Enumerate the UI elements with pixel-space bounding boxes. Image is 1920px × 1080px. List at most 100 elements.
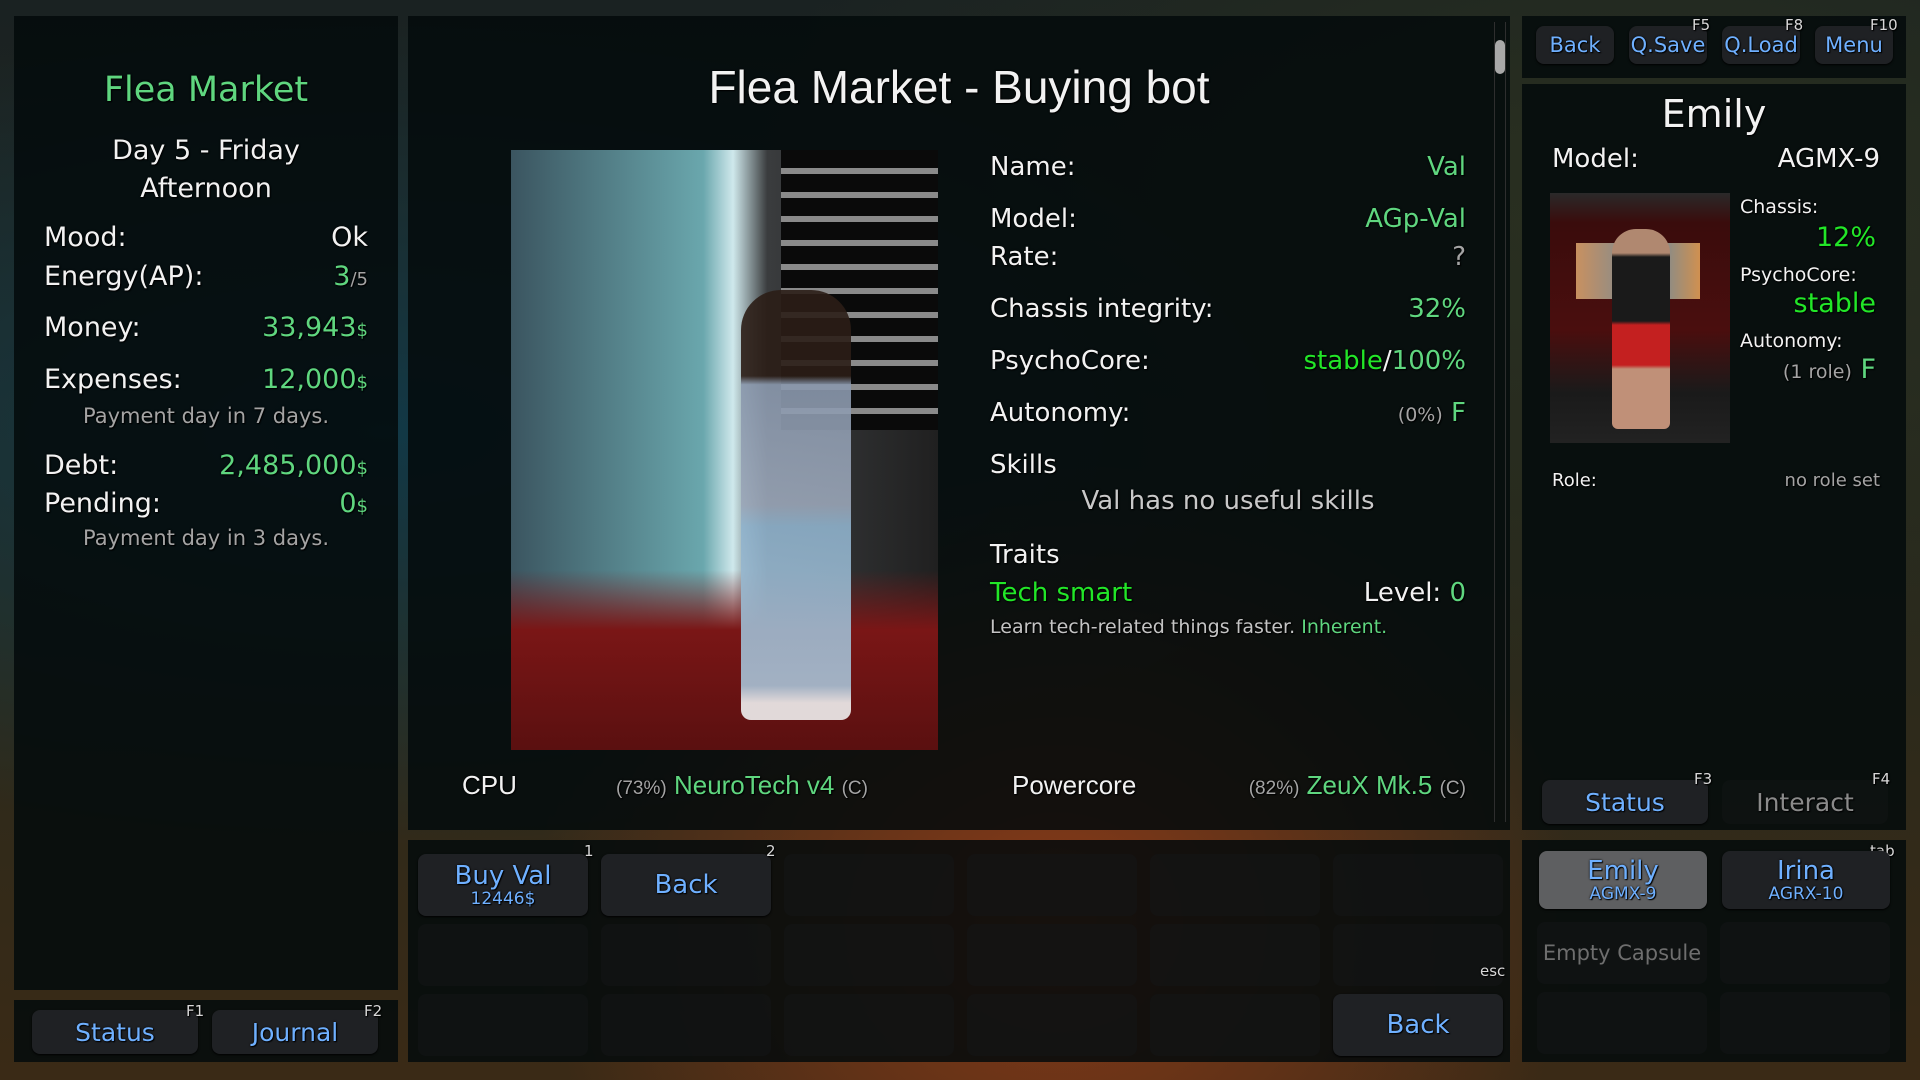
- trait-description-text: Learn tech-related things faster.: [990, 616, 1296, 638]
- time-of-day: Afternoon: [140, 173, 272, 204]
- top-back-button[interactable]: Back: [1536, 26, 1614, 64]
- status-hotkey: F1: [186, 1002, 205, 1020]
- exit-back-button[interactable]: Back: [1333, 994, 1503, 1056]
- scrollbar-thumb[interactable]: [1495, 40, 1505, 74]
- tab-status[interactable]: Status: [1542, 780, 1708, 824]
- expenses-label: Expenses:: [44, 364, 182, 395]
- details-scrollbar[interactable]: [1494, 22, 1506, 822]
- buy-bot-button[interactable]: Buy Val 12446$: [418, 854, 588, 916]
- tab-interact-label: Interact: [1756, 787, 1854, 817]
- money-row: Money: 33,943$: [44, 312, 368, 343]
- empty-slot: [967, 994, 1137, 1056]
- autonomy-grade: F: [1451, 398, 1466, 428]
- name-row: Name: Val: [990, 152, 1466, 182]
- empty-capsule-label: Empty Capsule: [1542, 941, 1702, 965]
- trait-name: Tech smart: [990, 578, 1133, 608]
- quick-load-hotkey: F8: [1785, 16, 1804, 34]
- menu-label: Menu: [1825, 33, 1883, 57]
- character-tab-bar: Status F3 Interact F4: [1522, 768, 1906, 830]
- tab-interact[interactable]: Interact: [1722, 780, 1888, 824]
- debt-label: Debt:: [44, 450, 119, 481]
- powercore-percent: (82%): [1248, 778, 1300, 799]
- money-value: 33,943: [262, 312, 357, 343]
- character-status-panel: Emily Model: AGMX-9 Chassis: 12% PsychoC…: [1522, 84, 1906, 768]
- powercore-grade: (C): [1439, 778, 1466, 799]
- back-button-label: Back: [654, 870, 718, 900]
- empty-slot: [784, 854, 954, 916]
- traits-heading-row: Traits: [990, 540, 1466, 570]
- tab-status-hotkey: F3: [1694, 770, 1713, 788]
- exit-back-hotkey: esc: [1480, 962, 1506, 980]
- expenses-unit: $: [356, 372, 368, 393]
- powercore-label: Powercore: [1012, 770, 1137, 800]
- empty-slot: [784, 924, 954, 986]
- mood-row: Mood: Ok: [44, 222, 368, 253]
- location-name: Flea Market: [103, 70, 309, 110]
- name-value: Val: [1427, 152, 1466, 182]
- character-role: no role set: [1784, 470, 1880, 491]
- journal-hotkey: F2: [364, 1002, 383, 1020]
- menu-hotkey: F10: [1870, 16, 1898, 34]
- roster-bot-irina[interactable]: Irina AGRX-10: [1722, 851, 1890, 909]
- debt-value: 2,485,000: [219, 450, 357, 481]
- empty-slot: [601, 994, 771, 1056]
- rate-value: ?: [1452, 242, 1466, 272]
- roster-bot-model: AGMX-9: [1589, 883, 1657, 904]
- cpu-percent: (73%): [616, 778, 667, 799]
- trait-level: 0: [1449, 578, 1466, 608]
- cpu-row: CPU (73%) NeuroTech v4 (C): [462, 770, 868, 801]
- psychocore-row: PsychoCore: stable/100%: [990, 346, 1466, 376]
- money-label: Money:: [44, 312, 141, 343]
- pending-note: Payment day in 3 days.: [82, 526, 329, 550]
- chassis-row: Chassis integrity: 32%: [990, 294, 1466, 324]
- buy-bot-label: Buy Val: [454, 861, 552, 891]
- trait-row: Tech smart Level: 0: [990, 578, 1466, 608]
- status-button[interactable]: Status: [32, 1010, 198, 1054]
- empty-slot: [601, 924, 771, 986]
- empty-slot: [967, 854, 1137, 916]
- buy-bot-price: 12446$: [470, 889, 536, 909]
- chassis-label: Chassis integrity:: [990, 294, 1214, 324]
- energy-label: Energy(AP):: [44, 261, 204, 292]
- debt-row: Debt: 2,485,000$: [44, 450, 368, 481]
- expenses-value: 12,000: [262, 364, 357, 395]
- roster-bot-emily[interactable]: Emily AGMX-9: [1539, 851, 1707, 909]
- character-portrait: [1550, 193, 1730, 443]
- character-model-label: Model:: [1552, 144, 1639, 174]
- character-role-label: Role:: [1552, 470, 1597, 491]
- day-label: Day 5 - Friday: [112, 135, 300, 166]
- empty-slot: [1720, 922, 1890, 984]
- empty-slot: [1150, 854, 1320, 916]
- empty-slot: [1150, 994, 1320, 1056]
- empty-slot: [1150, 924, 1320, 986]
- powercore-name: ZeuX Mk.5: [1306, 770, 1433, 800]
- character-figure: [1612, 229, 1670, 429]
- quick-load-label: Q.Load: [1724, 33, 1798, 57]
- psychocore-percent: 100%: [1391, 346, 1466, 376]
- mood-value: Ok: [331, 222, 368, 253]
- name-label: Name:: [990, 152, 1076, 182]
- pending-unit: $: [356, 496, 368, 517]
- empty-slot: [1720, 992, 1890, 1054]
- empty-slot: [1537, 992, 1707, 1054]
- roster-bot-name: Emily: [1587, 855, 1659, 886]
- rate-label: Rate:: [990, 242, 1059, 272]
- autonomy-percent: (0%): [1397, 404, 1443, 426]
- character-autonomy-note: (1 role): [1782, 361, 1852, 383]
- model-label: Model:: [990, 204, 1077, 234]
- empty-capsule-slot[interactable]: Empty Capsule: [1537, 922, 1707, 984]
- autonomy-label: Autonomy:: [990, 398, 1131, 428]
- character-autonomy-label: Autonomy:: [1740, 330, 1843, 352]
- back-button[interactable]: Back: [601, 854, 771, 916]
- pending-label: Pending:: [44, 488, 162, 519]
- character-model-row: Model: AGMX-9: [1552, 144, 1880, 174]
- mood-label: Mood:: [44, 222, 127, 253]
- empty-slot: [784, 994, 954, 1056]
- pending-value: 0: [339, 488, 357, 519]
- character-name: Emily: [1661, 92, 1767, 136]
- empty-slot: [418, 994, 588, 1056]
- quick-save-hotkey: F5: [1692, 16, 1711, 34]
- psychocore-sep: /: [1382, 346, 1392, 376]
- journal-button[interactable]: Journal: [212, 1010, 378, 1054]
- system-menu-bar: Back Q.Save F5 Q.Load F8 Menu F10: [1522, 16, 1906, 78]
